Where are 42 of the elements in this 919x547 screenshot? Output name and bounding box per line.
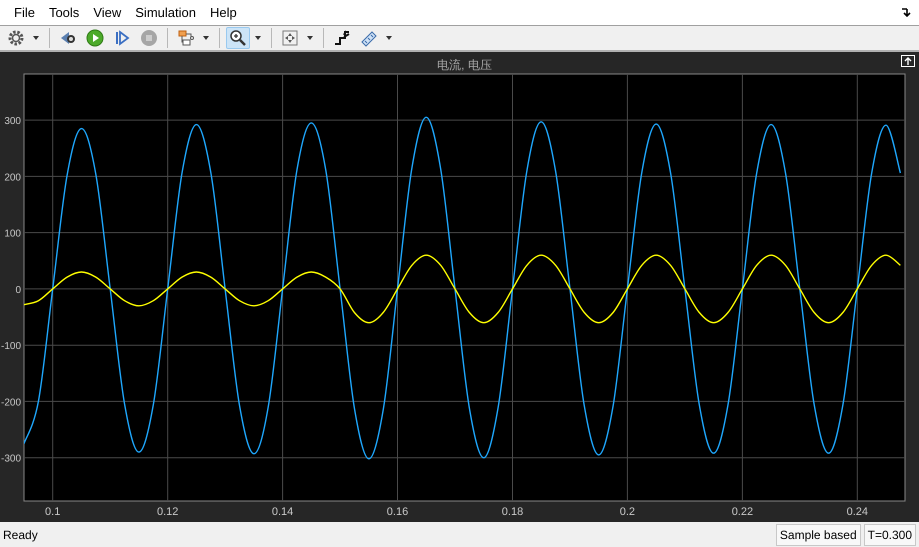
restore-icon[interactable] bbox=[901, 7, 911, 17]
status-panel: Sample based bbox=[776, 524, 861, 546]
play-icon bbox=[86, 29, 104, 47]
stairs-icon bbox=[333, 29, 351, 47]
y-tick-label: -300 bbox=[0, 454, 21, 465]
undock-icon[interactable] bbox=[901, 55, 915, 67]
caret-icon[interactable] bbox=[386, 36, 392, 40]
menu-item[interactable]: Simulation bbox=[129, 0, 202, 24]
status-text: Ready bbox=[3, 526, 38, 544]
y-tick-label: 100 bbox=[4, 228, 21, 240]
x-tick-label: 0.12 bbox=[157, 506, 178, 518]
x-tick-label: 0.1 bbox=[45, 506, 60, 518]
blocks-icon bbox=[177, 29, 195, 47]
zoom-in-button[interactable] bbox=[226, 27, 250, 49]
menu-item[interactable]: File bbox=[8, 0, 41, 24]
fit-icon bbox=[281, 29, 299, 47]
plot-title: 电流, 电压 bbox=[437, 58, 492, 72]
menu-item[interactable]: Help bbox=[204, 0, 243, 24]
x-tick-label: 0.18 bbox=[502, 506, 524, 518]
y-tick-label: 0 bbox=[15, 284, 21, 296]
status-panel: T=0.300 bbox=[864, 524, 916, 546]
x-tick-label: 0.16 bbox=[386, 506, 408, 518]
caret-icon[interactable] bbox=[307, 36, 313, 40]
x-tick-label: 0.2 bbox=[620, 506, 636, 518]
y-tick-label: -200 bbox=[0, 397, 21, 408]
x-tick-label: 0.22 bbox=[732, 506, 754, 518]
x-tick-label: 0.14 bbox=[272, 506, 294, 518]
caret-icon[interactable] bbox=[203, 36, 209, 40]
caret-icon[interactable] bbox=[255, 36, 261, 40]
zoom-in-icon bbox=[229, 29, 247, 47]
settings-icon bbox=[7, 29, 25, 47]
caret-icon[interactable] bbox=[33, 36, 39, 40]
y-tick-label: -100 bbox=[0, 341, 21, 352]
step-back-icon bbox=[59, 29, 77, 47]
menu-item[interactable]: View bbox=[87, 0, 128, 24]
stop-icon bbox=[140, 29, 158, 47]
x-tick-label: 0.24 bbox=[846, 506, 868, 518]
y-tick-label: 200 bbox=[4, 172, 21, 184]
y-tick-label: 300 bbox=[4, 116, 21, 128]
ruler-icon bbox=[360, 29, 378, 47]
step-forward-icon bbox=[113, 29, 131, 47]
menu-item[interactable]: Tools bbox=[42, 0, 86, 24]
